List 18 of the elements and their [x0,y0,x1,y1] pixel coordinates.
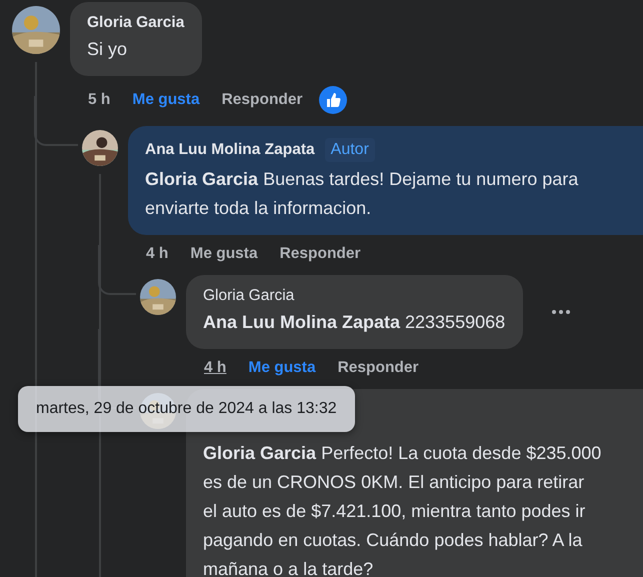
reply-button[interactable]: Responder [222,91,303,109]
comment-text: Si yo [87,38,128,61]
author-name[interactable]: Ana Luu Molina Zapata [145,141,315,159]
like-button[interactable]: Me gusta [132,91,200,109]
comment-text: Gloria Garcia Perfecto! La cuota desde $235.000 es de un CRONOS 0KM. El anticipo para retirar el auto es de $7.421.100, mientra tanto podes ir pagando en cuotas. Cuándo podes hablar? A la mañana o a la tarde? [203,442,602,577]
like-button[interactable]: Me gusta [190,245,258,263]
timestamp-link[interactable]: 4 h [146,245,168,263]
author-name[interactable]: Gloria Garcia [203,287,294,305]
comment-text: Gloria Garcia Buenas tardes! Dejame tu numero para enviarte toda la informacion. [145,168,580,220]
like-button[interactable]: Me gusta [248,359,316,377]
reply-button[interactable]: Responder [338,359,419,377]
author-badge: Autor [324,138,375,162]
timestamp-link[interactable]: 4 h [204,359,226,377]
date-tooltip: martes, 29 de octubre de 2024 a las 13:32 [18,386,355,432]
timestamp-link[interactable]: 5 h [88,91,110,109]
comment-text: Ana Luu Molina Zapata 2233559068 [203,311,506,334]
author-name[interactable]: Gloria Garcia [87,14,184,32]
reply-button[interactable]: Responder [280,245,361,263]
